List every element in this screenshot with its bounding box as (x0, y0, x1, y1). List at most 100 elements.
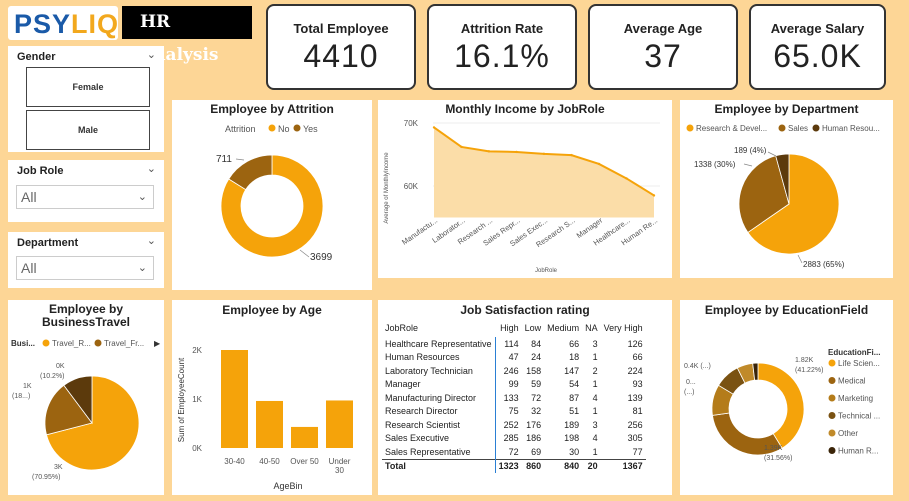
cell: Human Resources (382, 350, 496, 364)
table-row[interactable]: Manufacturing Director 133 72 87 4 139 (382, 391, 646, 405)
legend-no-swatch (268, 124, 276, 132)
x-tick: Over 50 (290, 457, 319, 466)
legend-item: Human R... (838, 447, 878, 456)
income-area-chart[interactable]: Average of MonthlyIncome 70K 60K Manufac… (378, 100, 672, 278)
column-header[interactable]: Low (522, 318, 545, 337)
pie-slices[interactable] (44, 375, 140, 471)
table-row[interactable]: Healthcare Representative 114 84 66 3 126 (382, 337, 646, 351)
area-series[interactable] (432, 126, 656, 218)
page-title: HR Analysis (122, 6, 252, 65)
table-row[interactable]: Laboratory Technician 246 158 147 2 224 (382, 364, 646, 378)
legend-item: Other (838, 429, 858, 438)
legend-swatch (828, 394, 836, 402)
leader-line (235, 158, 245, 161)
x-tick: 40-50 (259, 457, 280, 466)
table-row[interactable]: Sales Representative 72 69 30 1 77 (382, 445, 646, 459)
cell: 30 (569, 446, 580, 457)
column-header[interactable]: NA (582, 318, 601, 337)
cell: 305 (627, 433, 643, 444)
cell: 1 (592, 352, 598, 363)
column-header[interactable]: JobRole (382, 318, 495, 337)
education-chart-panel: Employee by EducationField 1.82K (41.22%… (680, 300, 893, 495)
cell: 189 (564, 419, 580, 430)
cell: Manufacturing Director (382, 391, 496, 405)
data-point[interactable] (515, 150, 518, 154)
table-row[interactable]: Sales Executive 285 186 198 4 305 (382, 431, 646, 445)
legend-travel-frequently: Travel_Fr... (104, 339, 144, 348)
cell: 840 (564, 461, 580, 472)
table-row[interactable]: Human Resources 47 24 18 1 66 (382, 350, 646, 364)
data-point[interactable] (570, 153, 573, 157)
label-technical-pct: (...) (684, 389, 695, 396)
cell: 77 (632, 446, 643, 457)
department-pie[interactable]: Research & Devel... Sales Human Resou...… (680, 100, 893, 278)
legend-swatch (828, 429, 836, 437)
job-role-dropdown[interactable]: All ⌄ (16, 185, 154, 209)
cell: 87 (569, 392, 580, 403)
cell: 4 (592, 433, 598, 444)
education-donut[interactable]: 1.82K (41.22%) 1.39K (31.56%) 0.4K (...)… (680, 300, 893, 495)
cell: Research Director (382, 404, 496, 418)
attrition-donut[interactable]: Attrition No Yes 711 3699 (172, 100, 372, 290)
legend-next-icon[interactable]: ▶ (154, 339, 161, 348)
bar-3[interactable] (326, 400, 353, 448)
chevron-down-icon[interactable]: ⌄ (147, 48, 156, 61)
gender-option-female[interactable]: Female (26, 67, 150, 107)
x-axis-label: JobRole (535, 268, 558, 274)
bar-2[interactable] (291, 426, 318, 448)
slicer-title: Department (17, 237, 79, 249)
legend-title: Attrition (225, 124, 256, 134)
data-point[interactable] (652, 194, 656, 197)
leader-line (767, 151, 777, 157)
logo-text-orange: LIQ (71, 9, 120, 39)
data-point[interactable] (542, 152, 546, 156)
data-point[interactable] (432, 126, 436, 129)
age-chart-panel: Employee by Age Sum of EmployeeCount 2K … (172, 300, 372, 495)
cell: 224 (627, 365, 643, 376)
column-header[interactable]: Very High (601, 318, 646, 337)
kpi-attrition-rate: Attrition Rate 16.1% (427, 4, 577, 90)
cell: 860 (526, 461, 542, 472)
cell: 72 (508, 446, 519, 457)
cell: 66 (632, 352, 643, 363)
table-row[interactable]: Research Scientist 252 176 189 3 256 (382, 418, 646, 432)
donut-slices[interactable] (220, 154, 324, 258)
data-point[interactable] (460, 145, 463, 149)
age-bar-chart[interactable]: Sum of EmployeeCount 2K 1K 0K 30-40 40-50… (172, 300, 372, 495)
legend-item: Life Scien... (838, 359, 880, 368)
table-row[interactable]: Research Director 75 32 51 1 81 (382, 404, 646, 418)
donut-slices[interactable] (711, 362, 805, 456)
cell: 114 (504, 338, 519, 349)
column-header[interactable]: High (495, 318, 522, 337)
y-axis-label: Average of MonthlyIncome (384, 152, 390, 224)
kpi-average-age: Average Age 37 (588, 4, 738, 90)
cell: 32 (531, 406, 542, 417)
chevron-down-icon[interactable]: ⌄ (147, 162, 156, 175)
kpi-value: 37 (644, 38, 682, 74)
gender-option-male[interactable]: Male (26, 110, 150, 150)
chevron-down-icon[interactable]: ⌄ (147, 234, 156, 247)
label-hr: 189 (4%) (734, 146, 767, 155)
bar-series[interactable] (221, 350, 353, 448)
cell: 75 (508, 406, 519, 417)
travel-pie[interactable]: Busi... Travel_R... Travel_Fr... ▶ 0K (1… (8, 300, 164, 495)
department-dropdown[interactable]: All ⌄ (16, 256, 154, 280)
bar-1[interactable] (256, 400, 283, 448)
cell: 1323 (498, 461, 519, 472)
table-row[interactable]: Manager 99 59 54 1 93 (382, 377, 646, 391)
slice-0[interactable] (757, 362, 805, 449)
pie-slices[interactable] (738, 153, 840, 255)
data-point[interactable] (625, 177, 628, 180)
label-yes: 711 (216, 154, 232, 165)
legend-yes: Yes (303, 124, 318, 134)
cell: Research Scientist (382, 418, 496, 432)
label-no: 3699 (310, 252, 333, 263)
cell: 66 (569, 338, 580, 349)
leader-line (299, 249, 310, 258)
kpi-value: 4410 (303, 38, 379, 74)
data-point[interactable] (597, 162, 601, 166)
column-header[interactable]: Medium (544, 318, 582, 337)
leader-line (797, 254, 803, 264)
bar-0[interactable] (221, 350, 248, 448)
data-point[interactable] (487, 150, 491, 153)
